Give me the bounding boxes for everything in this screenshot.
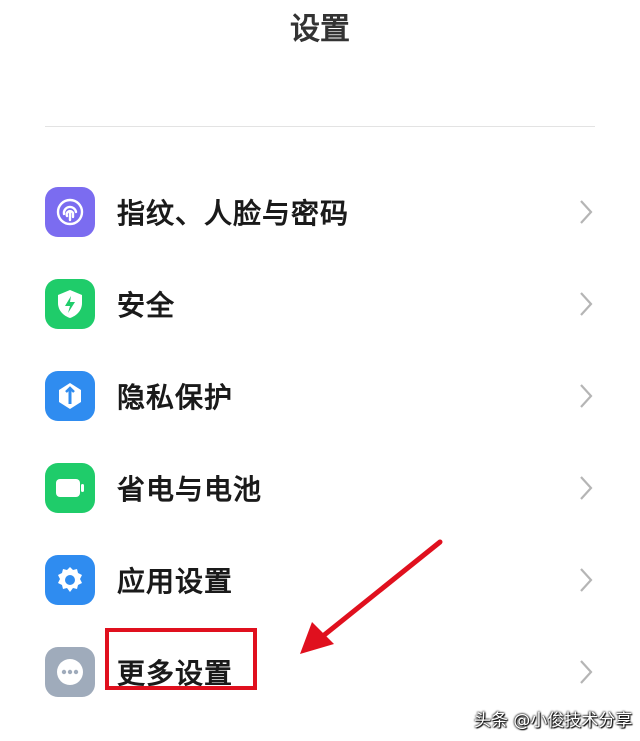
settings-item-label: 应用设置 [117,565,234,598]
settings-item-battery[interactable]: 省电与电池 [0,442,640,534]
settings-item-app-settings[interactable]: 应用设置 [0,534,640,626]
settings-item-label: 省电与电池 [117,473,263,506]
settings-item-privacy[interactable]: 隐私保护 [0,350,640,442]
settings-item-security[interactable]: 安全 [0,258,640,350]
shield-icon [45,279,95,329]
chevron-right-icon [580,384,593,408]
more-icon [45,647,95,697]
battery-icon [45,463,95,513]
page-title: 设置 [290,12,350,47]
settings-item-label: 安全 [117,289,176,322]
settings-list: 指纹、人脸与密码 安全 隐私保护 省电与电池 应用设置 更多设置 [0,166,640,718]
fingerprint-icon [45,187,95,237]
header-divider [45,126,595,127]
chevron-right-icon [580,200,593,224]
gear-icon [45,555,95,605]
settings-item-label: 指纹、人脸与密码 [117,197,350,230]
settings-item-fingerprint-face-password[interactable]: 指纹、人脸与密码 [0,166,640,258]
settings-item-label: 隐私保护 [117,381,234,414]
chevron-right-icon [580,476,593,500]
settings-item-more-settings[interactable]: 更多设置 [0,626,640,718]
chevron-right-icon [580,568,593,592]
chevron-right-icon [580,660,593,684]
privacy-icon [45,371,95,421]
chevron-right-icon [580,292,593,316]
highlight-box [105,628,257,690]
watermark: 头条 @小俊技术分享 [474,711,633,731]
